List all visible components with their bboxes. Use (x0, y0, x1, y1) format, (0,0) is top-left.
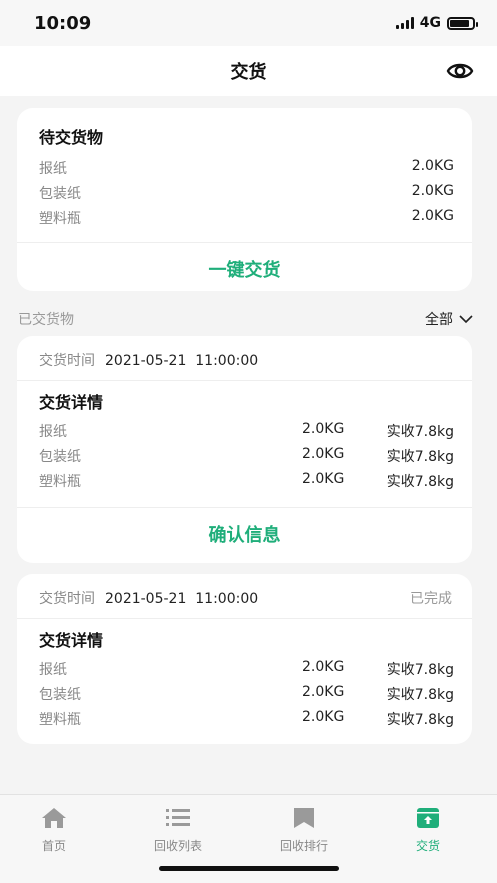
divider (17, 380, 472, 381)
item-name: 包装纸 (39, 449, 81, 465)
chevron-down-icon (459, 314, 473, 323)
record-item: 塑料瓶 2.0KG 实收7.8kg (39, 709, 454, 729)
bookmark-icon (294, 808, 314, 828)
tab-label: 回收列表 (153, 839, 202, 853)
detail-title: 交货详情 (39, 631, 104, 650)
pending-item: 包装纸 2.0KG (39, 183, 454, 203)
item-weight: 2.0KG (302, 684, 345, 700)
list-icon (166, 809, 190, 826)
record-item: 报纸 2.0KG 实收7.8kg (39, 421, 454, 441)
delivery-box-icon (417, 808, 439, 828)
item-weight: 2.0KG (302, 421, 345, 437)
record-item: 报纸 2.0KG 实收7.8kg (39, 659, 454, 679)
tab-delivery[interactable]: 交货 (383, 807, 473, 854)
item-name: 塑料瓶 (39, 474, 81, 490)
time-value: 2021-05-21 11:00:00 (105, 353, 259, 369)
time-label: 交货时间 (39, 591, 95, 607)
page-title: 交货 (230, 62, 267, 83)
tab-label: 回收排行 (279, 839, 328, 853)
item-weight: 2.0KG (411, 183, 454, 199)
time-label: 交货时间 (39, 353, 95, 369)
filter-label: 全部 (425, 312, 453, 328)
status-bar: 10:09 4G (0, 0, 497, 46)
item-actual: 实收7.8kg (386, 687, 454, 703)
delivery-time-row: 交货时间 2021-05-21 11:00:00 (39, 350, 452, 370)
status-indicators: 4G (395, 15, 478, 31)
nav-header: 交货 (0, 46, 497, 96)
item-name: 报纸 (39, 161, 67, 177)
item-weight: 2.0KG (411, 208, 454, 224)
pending-item: 塑料瓶 2.0KG (39, 208, 454, 228)
tab-recycle-ranking[interactable]: 回收排行 (259, 807, 349, 854)
item-weight: 2.0KG (411, 158, 454, 174)
item-name: 报纸 (39, 424, 67, 440)
item-weight: 2.0KG (302, 709, 345, 725)
divider (17, 507, 472, 508)
item-name: 包装纸 (39, 186, 81, 202)
filter-dropdown[interactable]: 全部 (425, 309, 473, 329)
eye-icon[interactable] (445, 56, 475, 86)
tab-label: 首页 (41, 839, 66, 853)
signal-icon (395, 17, 414, 29)
item-actual: 实收7.8kg (386, 424, 454, 440)
divider (17, 618, 472, 619)
divider (17, 242, 472, 243)
item-weight: 2.0KG (302, 446, 345, 462)
delivery-record-card: 交货时间 2021-05-21 11:00:00 交货详情 报纸 2.0KG 实收… (17, 336, 472, 563)
item-name: 塑料瓶 (39, 211, 81, 227)
record-item: 塑料瓶 2.0KG 实收7.8kg (39, 471, 454, 491)
item-actual: 实收7.8kg (386, 449, 454, 465)
pending-goods-card: 待交货物 报纸 2.0KG 包装纸 2.0KG 塑料瓶 2.0KG 一键交货 (17, 108, 472, 291)
delivered-section-label: 已交货物 (18, 312, 74, 328)
item-name: 报纸 (39, 662, 67, 678)
delivery-record-card: 交货时间 2021-05-21 11:00:00 已完成 交货详情 报纸 2.0K… (17, 574, 472, 744)
home-indicator (159, 866, 339, 871)
item-actual: 实收7.8kg (386, 662, 454, 678)
tab-label: 交货 (415, 839, 440, 853)
item-weight: 2.0KG (302, 471, 345, 487)
delivery-time-row: 交货时间 2021-05-21 11:00:00 已完成 (39, 588, 452, 608)
status-time: 10:09 (34, 13, 92, 34)
detail-title: 交货详情 (39, 393, 104, 412)
pending-item: 报纸 2.0KG (39, 158, 454, 178)
tab-home[interactable]: 首页 (9, 807, 99, 854)
record-item: 包装纸 2.0KG 实收7.8kg (39, 684, 454, 704)
tab-recycle-list[interactable]: 回收列表 (133, 807, 223, 854)
home-icon (42, 808, 66, 828)
record-item: 包装纸 2.0KG 实收7.8kg (39, 446, 454, 466)
one-click-delivery-button[interactable]: 一键交货 (17, 256, 472, 282)
item-weight: 2.0KG (302, 659, 345, 675)
status-badge: 已完成 (410, 591, 452, 607)
battery-icon (447, 16, 478, 30)
item-name: 包装纸 (39, 687, 81, 703)
item-name: 塑料瓶 (39, 712, 81, 728)
confirm-info-button[interactable]: 确认信息 (17, 521, 472, 547)
item-actual: 实收7.8kg (386, 474, 454, 490)
item-actual: 实收7.8kg (386, 712, 454, 728)
pending-title: 待交货物 (39, 128, 104, 147)
network-type: 4G (419, 15, 441, 31)
time-value: 2021-05-21 11:00:00 (105, 591, 259, 607)
